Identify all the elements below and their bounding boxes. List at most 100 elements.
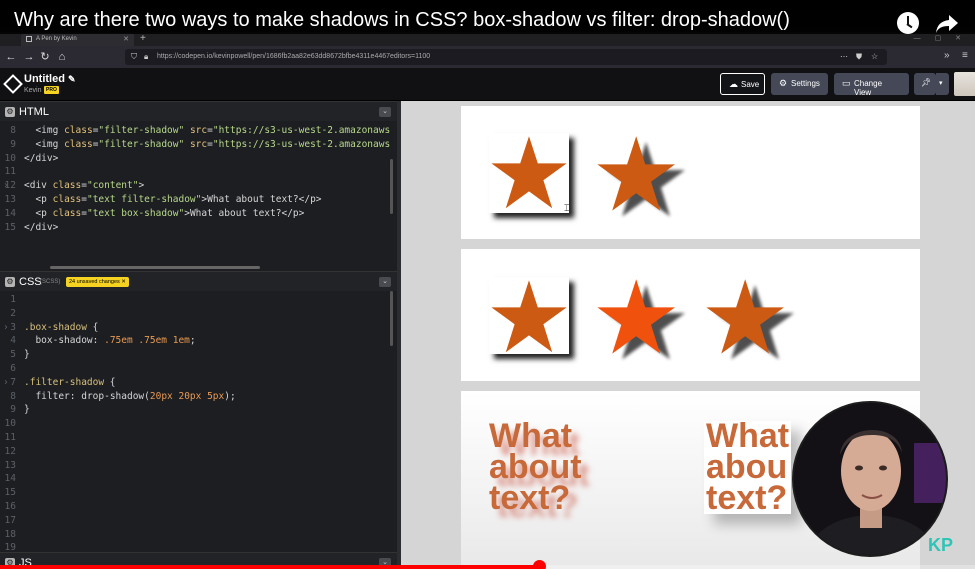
gear-icon: ⚙ xyxy=(779,78,788,88)
line-number: 9 xyxy=(10,404,16,416)
window-controls[interactable]: — ▢ ✕ xyxy=(914,34,967,42)
codepen-favicon-icon xyxy=(26,36,32,42)
cloud-icon: ☁ xyxy=(729,79,738,89)
code-line[interactable]: 12 › <div class="content"> xyxy=(0,179,392,193)
code-line[interactable]: 13 xyxy=(0,459,392,473)
presenter-avatar xyxy=(794,403,946,555)
code-line[interactable]: 10 xyxy=(0,417,392,431)
home-icon[interactable]: ⌂ xyxy=(55,50,69,64)
code-text: <img class="filter-shadow" src="https://… xyxy=(35,138,392,150)
browser-toolbar: ← → ↻ ⌂ ⛉ 🔒︎ https://codepen.io/kevinpow… xyxy=(0,46,975,68)
code-line[interactable]: 1 xyxy=(0,293,392,307)
fold-arrow-icon[interactable]: › xyxy=(3,376,9,390)
html-settings-icon[interactable]: ⚙ xyxy=(5,107,15,117)
code-line[interactable]: 18 xyxy=(0,528,392,542)
avatar[interactable] xyxy=(954,72,975,96)
code-line[interactable]: 12 xyxy=(0,445,392,459)
video-title[interactable]: Why are there two ways to make shadows i… xyxy=(14,9,790,32)
share-icon[interactable] xyxy=(935,14,959,34)
code-line[interactable]: 15 xyxy=(0,486,392,500)
code-text: <p class="text box-shadow">What about te… xyxy=(35,207,305,219)
code-line[interactable]: 16 xyxy=(0,500,392,514)
code-text: .filter-shadow { xyxy=(24,376,116,388)
forward-icon[interactable]: → xyxy=(22,50,36,64)
pen-author[interactable]: Kevin xyxy=(24,87,42,94)
code-line[interactable]: 11 xyxy=(0,431,392,445)
line-number: 14 xyxy=(4,473,16,485)
code-text: } xyxy=(24,404,30,416)
fold-arrow-icon[interactable]: › xyxy=(3,321,9,335)
browser-tab[interactable]: A Pen by Kevin ✕ xyxy=(21,33,134,46)
code-line[interactable]: 5} xyxy=(0,348,392,362)
code-line[interactable]: 14 xyxy=(0,472,392,486)
unsaved-changes-badge[interactable]: 24 unsaved changes ✕ xyxy=(66,277,129,287)
html-scrollbar[interactable] xyxy=(390,159,393,214)
html-horizontal-scrollbar[interactable] xyxy=(50,266,260,269)
code-line[interactable]: 10 </div> xyxy=(0,152,392,166)
code-line[interactable]: 15 </div> xyxy=(0,221,392,235)
browser-tab-title: A Pen by Kevin xyxy=(36,36,77,42)
code-line[interactable]: 6 xyxy=(0,362,392,376)
settings-button[interactable]: ⚙ Settings xyxy=(771,73,828,95)
chevron-down-icon[interactable]: ⌄ xyxy=(379,277,391,287)
pin-button[interactable]: 📌︎ xyxy=(914,73,936,95)
css-settings-icon[interactable]: ⚙ xyxy=(5,277,15,287)
code-line[interactable]: 3 › .box-shadow { xyxy=(0,321,392,335)
pen-title[interactable]: Untitled ✎ xyxy=(24,73,76,85)
css-scrollbar[interactable] xyxy=(390,291,393,346)
code-text: <div class="content"> xyxy=(24,180,145,192)
menu-icon[interactable]: ≡ xyxy=(962,50,968,61)
line-number: 11 xyxy=(4,166,16,178)
code-line[interactable]: 4 box-shadow: .75em .75em 1em; xyxy=(0,334,392,348)
css-editor-title: CSS xyxy=(19,276,42,288)
chevron-down-icon[interactable]: ⌄ xyxy=(379,107,391,117)
reload-icon[interactable]: ↻ xyxy=(38,50,52,64)
pro-badge: PRO xyxy=(44,86,59,94)
code-line[interactable]: 17 xyxy=(0,514,392,528)
star-with-drop-shadow-icon xyxy=(706,279,794,360)
preview-card-images: ⌶ xyxy=(461,106,920,239)
more-icon[interactable]: ⋯ xyxy=(840,52,848,61)
text-with-drop-shadow: What about text? xyxy=(489,417,582,517)
shield-icon: ⛉ xyxy=(131,52,137,61)
code-line[interactable]: 2 xyxy=(0,307,392,321)
facecam-video xyxy=(792,401,948,557)
chevron-down-icon[interactable]: ▾ xyxy=(936,73,949,95)
code-line[interactable]: 11 xyxy=(0,165,392,179)
browser-tab-strip: A Pen by Kevin ✕ + — ▢ ✕ xyxy=(0,32,975,46)
html-code-area[interactable]: 8 <img class="filter-shadow" src="https:… xyxy=(0,124,392,264)
cursor-icon: ⌶ xyxy=(564,203,570,213)
code-line[interactable]: 14 <p class="text box-shadow">What about… xyxy=(0,207,392,221)
code-line[interactable]: 9 <img class="filter-shadow" src="https:… xyxy=(0,138,392,152)
code-line[interactable]: 8 filter: drop-shadow(20px 20px 5px); xyxy=(0,390,392,404)
code-line[interactable]: 7 › .filter-shadow { xyxy=(0,376,392,390)
address-bar[interactable]: ⛉ 🔒︎ https://codepen.io/kevinpowell/pen/… xyxy=(125,49,887,65)
back-icon[interactable]: ← xyxy=(4,50,18,64)
css-code-area[interactable]: 1 2 3 › .box-shadow {4 box-shadow: .75em .75… xyxy=(0,293,392,557)
fold-arrow-icon[interactable]: › xyxy=(3,179,9,193)
code-line[interactable]: 8 <img class="filter-shadow" src="https:… xyxy=(0,124,392,138)
channel-watermark[interactable]: KP xyxy=(928,535,953,556)
line-number: 12 xyxy=(4,445,16,457)
image-with-box-shadow xyxy=(489,277,569,354)
watch-later-icon[interactable] xyxy=(897,12,919,34)
video-progress-bar[interactable] xyxy=(0,560,975,569)
save-button[interactable]: ☁ Save xyxy=(720,73,765,95)
bookmark-star-icon[interactable]: ☆ xyxy=(871,52,878,61)
close-tab-icon[interactable]: ✕ xyxy=(123,35,129,43)
change-view-button[interactable]: ▭ Change View xyxy=(834,73,909,97)
code-line[interactable]: 9} xyxy=(0,403,392,417)
overflow-chevron-icon[interactable]: » xyxy=(944,50,950,61)
video-scrubber-handle[interactable] xyxy=(533,560,547,569)
lock-icon: 🔒︎ xyxy=(144,52,149,61)
html-editor-header[interactable]: ⚙ HTML ⌄ xyxy=(0,101,397,121)
new-tab-icon[interactable]: + xyxy=(140,33,146,44)
text-with-box-shadow: What abou text? xyxy=(704,417,792,517)
line-number: 5 xyxy=(10,349,16,361)
codepen-logo-icon[interactable] xyxy=(3,74,23,94)
css-editor-header[interactable]: ⚙ CSS (SCSS) 24 unsaved changes ✕ ⌄ xyxy=(0,271,397,291)
pocket-icon[interactable]: ⛊ xyxy=(856,52,862,62)
edit-pencil-icon[interactable]: ✎ xyxy=(68,74,76,84)
code-text: box-shadow: .75em .75em 1em; xyxy=(35,335,196,347)
code-line[interactable]: 13 <p class="text filter-shadow">What ab… xyxy=(0,193,392,207)
